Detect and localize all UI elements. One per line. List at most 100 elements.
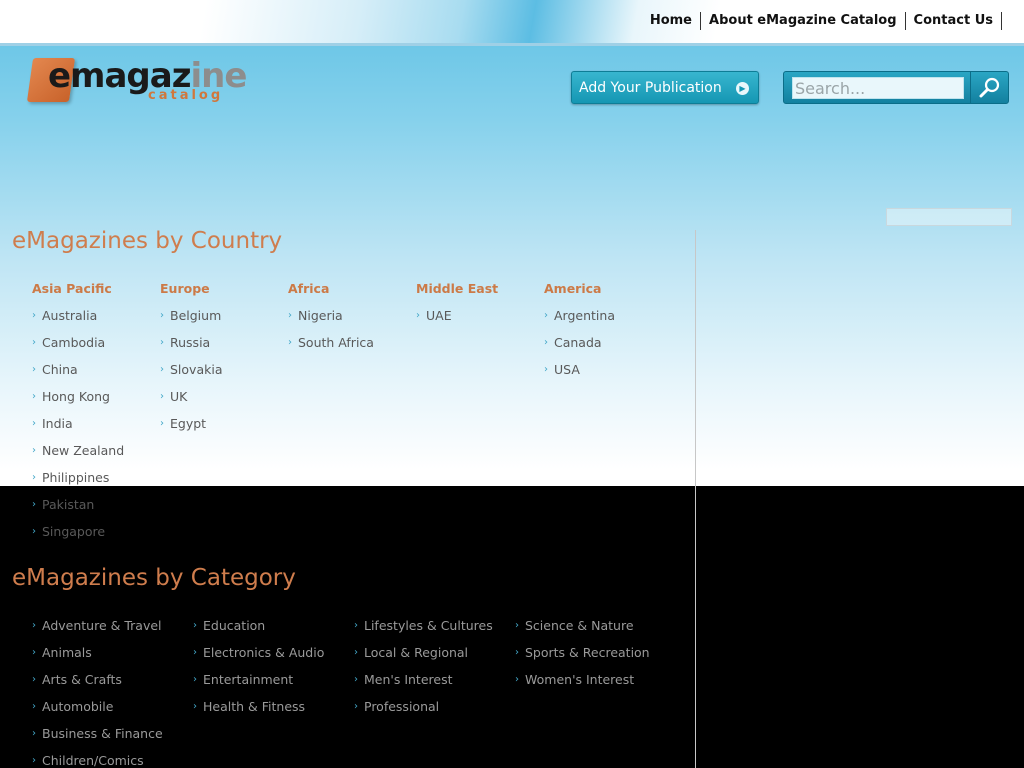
country-link[interactable]: › Cambodia bbox=[32, 336, 124, 363]
chevron-right-icon: › bbox=[32, 445, 36, 456]
category-link[interactable]: › Education bbox=[193, 619, 324, 646]
country-link-label: New Zealand bbox=[42, 443, 125, 458]
category-link[interactable]: › Health & Fitness bbox=[193, 700, 324, 727]
region-heading[interactable]: Africa bbox=[288, 282, 374, 309]
country-link[interactable]: › Nigeria bbox=[288, 309, 374, 336]
category-column: › Education › Electronics & Audio › Entertain… bbox=[193, 619, 324, 727]
country-link-label: Australia bbox=[42, 308, 98, 323]
chevron-right-icon: › bbox=[32, 620, 36, 631]
category-link[interactable]: › Men's Interest bbox=[354, 673, 493, 700]
nav-about-link[interactable]: About eMagazine Catalog bbox=[701, 12, 906, 30]
region-heading[interactable]: America bbox=[544, 282, 615, 309]
category-link[interactable]: › Sports & Recreation bbox=[515, 646, 650, 673]
chevron-right-icon: › bbox=[515, 620, 519, 631]
country-link[interactable]: › Singapore bbox=[32, 525, 124, 552]
category-link-label: Education bbox=[203, 618, 266, 633]
chevron-right-icon: › bbox=[515, 647, 519, 658]
country-link[interactable]: › Pakistan bbox=[32, 498, 124, 525]
nav-home-link[interactable]: Home bbox=[650, 12, 702, 30]
country-link-label: Pakistan bbox=[42, 497, 95, 512]
country-link[interactable]: › USA bbox=[544, 363, 615, 390]
category-link-label: Arts & Crafts bbox=[42, 672, 122, 687]
region-heading[interactable]: Middle East bbox=[416, 282, 498, 309]
arrow-right-icon: ▶ bbox=[736, 82, 749, 95]
category-link[interactable]: › Business & Finance bbox=[32, 727, 163, 754]
country-link-label: Egypt bbox=[170, 416, 207, 431]
chevron-right-icon: › bbox=[32, 472, 36, 483]
country-link[interactable]: › South Africa bbox=[288, 336, 374, 363]
country-link-label: Nigeria bbox=[298, 308, 343, 323]
country-link[interactable]: › Slovakia bbox=[160, 363, 222, 390]
nav-contact-link[interactable]: Contact Us bbox=[906, 12, 1002, 30]
country-link-label: UAE bbox=[426, 308, 452, 323]
chevron-right-icon: › bbox=[193, 647, 197, 658]
country-link[interactable]: › China bbox=[32, 363, 124, 390]
region-heading[interactable]: Asia Pacific bbox=[32, 282, 124, 309]
category-link-label: Automobile bbox=[42, 699, 114, 714]
category-link[interactable]: › Electronics & Audio bbox=[193, 646, 324, 673]
country-link-label: China bbox=[42, 362, 78, 377]
category-link-label: Health & Fitness bbox=[203, 699, 306, 714]
country-link[interactable]: › New Zealand bbox=[32, 444, 124, 471]
chevron-right-icon: › bbox=[32, 364, 36, 375]
region-column: Middle East › UAE bbox=[416, 282, 498, 336]
category-link-label: Business & Finance bbox=[42, 726, 163, 741]
country-link[interactable]: › UAE bbox=[416, 309, 498, 336]
sidebar-box bbox=[886, 208, 1012, 226]
chevron-right-icon: › bbox=[193, 620, 197, 631]
country-link-label: Slovakia bbox=[170, 362, 223, 377]
chevron-right-icon: › bbox=[416, 310, 420, 321]
category-link[interactable]: › Entertainment bbox=[193, 673, 324, 700]
country-link[interactable]: › Philippines bbox=[32, 471, 124, 498]
chevron-right-icon: › bbox=[160, 337, 164, 348]
region-heading[interactable]: Europe bbox=[160, 282, 222, 309]
search-box bbox=[783, 71, 1009, 104]
country-link[interactable]: › Russia bbox=[160, 336, 222, 363]
category-link-label: Entertainment bbox=[203, 672, 294, 687]
country-link-label: Singapore bbox=[42, 524, 106, 539]
category-link[interactable]: › Children/Comics bbox=[32, 754, 163, 768]
country-link[interactable]: › Argentina bbox=[544, 309, 615, 336]
chevron-right-icon: › bbox=[32, 755, 36, 766]
category-link[interactable]: › Animals bbox=[32, 646, 163, 673]
country-link[interactable]: › Hong Kong bbox=[32, 390, 124, 417]
add-publication-label: Add Your Publication bbox=[579, 79, 722, 96]
country-link[interactable]: › Canada bbox=[544, 336, 615, 363]
chevron-right-icon: › bbox=[288, 310, 292, 321]
category-link[interactable]: › Lifestyles & Cultures bbox=[354, 619, 493, 646]
add-publication-button[interactable]: Add Your Publication ▶ bbox=[571, 71, 759, 104]
country-link-label: South Africa bbox=[298, 335, 374, 350]
chevron-right-icon: › bbox=[354, 701, 358, 712]
category-column: › Adventure & Travel › Animals › Arts & Craft… bbox=[32, 619, 163, 768]
category-link[interactable]: › Science & Nature bbox=[515, 619, 650, 646]
top-navigation: Home About eMagazine Catalog Contact Us bbox=[650, 12, 1002, 30]
country-link-label: UK bbox=[170, 389, 188, 404]
category-link-label: Animals bbox=[42, 645, 92, 660]
country-link[interactable]: › India bbox=[32, 417, 124, 444]
column-divider bbox=[695, 230, 696, 768]
chevron-right-icon: › bbox=[32, 701, 36, 712]
category-link[interactable]: › Arts & Crafts bbox=[32, 673, 163, 700]
site-logo[interactable]: emagazine catalog bbox=[26, 56, 247, 108]
category-link[interactable]: › Automobile bbox=[32, 700, 163, 727]
country-link-label: Philippines bbox=[42, 470, 110, 485]
region-column: Asia Pacific › Australia › Cambodia › China › Ho… bbox=[32, 282, 124, 552]
category-link[interactable]: › Adventure & Travel bbox=[32, 619, 163, 646]
top-bar: Home About eMagazine Catalog Contact Us bbox=[0, 0, 1024, 46]
chevron-right-icon: › bbox=[32, 418, 36, 429]
country-link[interactable]: › Belgium bbox=[160, 309, 222, 336]
search-button[interactable] bbox=[970, 72, 1008, 103]
country-link[interactable]: › Australia bbox=[32, 309, 124, 336]
search-input[interactable] bbox=[792, 77, 964, 99]
country-section-title: eMagazines by Country bbox=[12, 228, 283, 254]
country-link[interactable]: › Egypt bbox=[160, 417, 222, 444]
category-link-label: Electronics & Audio bbox=[203, 645, 325, 660]
category-column: › Lifestyles & Cultures › Local & Regional ›… bbox=[354, 619, 493, 727]
search-icon bbox=[979, 77, 1000, 98]
country-link[interactable]: › UK bbox=[160, 390, 222, 417]
category-link[interactable]: › Professional bbox=[354, 700, 493, 727]
category-column: › Science & Nature › Sports & Recreation › Wo… bbox=[515, 619, 650, 700]
category-link[interactable]: › Local & Regional bbox=[354, 646, 493, 673]
category-link-label: Local & Regional bbox=[364, 645, 469, 660]
category-link[interactable]: › Women's Interest bbox=[515, 673, 650, 700]
